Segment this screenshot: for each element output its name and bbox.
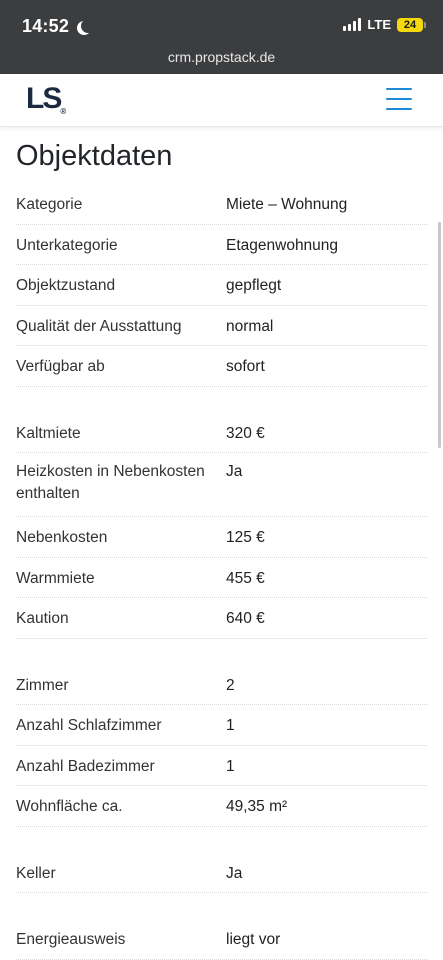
hamburger-menu-icon[interactable] bbox=[386, 88, 412, 110]
detail-label: Anzahl Badezimmer bbox=[16, 757, 155, 775]
moon-icon bbox=[81, 19, 95, 33]
detail-label: Kaltmiete bbox=[16, 424, 81, 442]
detail-value: gepflegt bbox=[226, 277, 282, 294]
detail-label: Warmmiete bbox=[16, 569, 95, 587]
detail-row: Heizkosten in Nebenkosten enthalten Ja bbox=[16, 453, 427, 517]
details-group-cellar: Keller Ja bbox=[16, 853, 427, 893]
detail-value: 49,35 m² bbox=[226, 798, 288, 815]
detail-value: 1 bbox=[226, 757, 235, 775]
detail-row: Qualität der Ausstattung normal bbox=[16, 306, 427, 346]
detail-row: Wohnfläche ca. 49,35 m² bbox=[16, 786, 427, 827]
detail-label: Zimmer bbox=[16, 676, 69, 694]
detail-value: Etagenwohnung bbox=[226, 236, 339, 254]
detail-row: Kategorie Miete – Wohnung bbox=[16, 184, 427, 225]
detail-value: Ja bbox=[226, 463, 243, 480]
status-indicators: LTE 24 bbox=[343, 17, 426, 32]
detail-row: Anzahl Schlafzimmer 1 bbox=[16, 705, 427, 746]
detail-row: Unterkategorie Etagenwohnung bbox=[16, 225, 427, 265]
details-group-rooms: Zimmer 2 Anzahl Schlafzimmer 1 Anzahl Bade… bbox=[16, 665, 427, 827]
detail-value: 125 € bbox=[226, 529, 265, 546]
main-content: Objektdaten Kategorie Miete – Wohnung Unt… bbox=[16, 138, 427, 960]
detail-label: Keller bbox=[16, 864, 56, 882]
detail-label: Nebenkosten bbox=[16, 529, 108, 546]
page-scrollbar[interactable] bbox=[438, 222, 441, 448]
detail-label: Wohnfläche ca. bbox=[16, 798, 123, 815]
navbar: LS® bbox=[0, 74, 443, 127]
battery-icon: 24 bbox=[397, 17, 426, 32]
detail-label: Unterkategorie bbox=[16, 236, 118, 254]
details-group-energy: Energieausweis liegt vor bbox=[16, 919, 427, 960]
logo-text: LS bbox=[26, 82, 62, 115]
status-bar: 14:52 LTE 24 crm.propstack.de bbox=[0, 0, 443, 74]
detail-row: Objektzustand gepflegt bbox=[16, 265, 427, 306]
detail-label: Heizkosten in Nebenkosten enthalten bbox=[16, 463, 205, 502]
detail-label: Objektzustand bbox=[16, 277, 116, 294]
detail-row: Nebenkosten 125 € bbox=[16, 517, 427, 558]
detail-label: Energieausweis bbox=[16, 931, 126, 948]
status-time-text: 14:52 bbox=[22, 16, 70, 36]
detail-value: 1 bbox=[226, 717, 235, 734]
detail-label: Qualität der Ausstattung bbox=[16, 317, 182, 335]
detail-row: Anzahl Badezimmer 1 bbox=[16, 746, 427, 786]
detail-value: 2 bbox=[226, 676, 235, 694]
detail-value: 320 € bbox=[226, 424, 265, 442]
detail-value: 455 € bbox=[226, 569, 265, 587]
detail-value: liegt vor bbox=[226, 931, 281, 948]
detail-row: Kaution 640 € bbox=[16, 598, 427, 639]
address-bar-url[interactable]: crm.propstack.de bbox=[0, 49, 443, 65]
detail-label: Kaution bbox=[16, 610, 69, 627]
detail-value: sofort bbox=[226, 358, 265, 375]
page-title: Objektdaten bbox=[16, 140, 173, 172]
detail-label: Anzahl Schlafzimmer bbox=[16, 717, 162, 734]
detail-row: Warmmiete 455 € bbox=[16, 558, 427, 598]
detail-label: Kategorie bbox=[16, 196, 83, 213]
logo-mark: ® bbox=[60, 107, 67, 116]
detail-row: Energieausweis liegt vor bbox=[16, 919, 427, 960]
detail-row: Keller Ja bbox=[16, 853, 427, 893]
network-label: LTE bbox=[367, 17, 391, 32]
logo[interactable]: LS® bbox=[26, 82, 66, 116]
detail-value: normal bbox=[226, 317, 274, 335]
detail-value: Ja bbox=[226, 864, 243, 882]
detail-row: Zimmer 2 bbox=[16, 665, 427, 705]
signal-icon bbox=[343, 18, 362, 31]
details-group-general: Kategorie Miete – Wohnung Unterkategorie E… bbox=[16, 184, 427, 387]
details-group-costs: Kaltmiete 320 € Heizkosten in Nebenkosten… bbox=[16, 413, 427, 639]
detail-label: Verfügbar ab bbox=[16, 358, 105, 375]
detail-row: Kaltmiete 320 € bbox=[16, 413, 427, 453]
detail-value: 640 € bbox=[226, 610, 265, 627]
status-time: 14:52 bbox=[22, 16, 89, 37]
detail-row: Verfügbar ab sofort bbox=[16, 346, 427, 387]
detail-value: Miete – Wohnung bbox=[226, 196, 348, 213]
